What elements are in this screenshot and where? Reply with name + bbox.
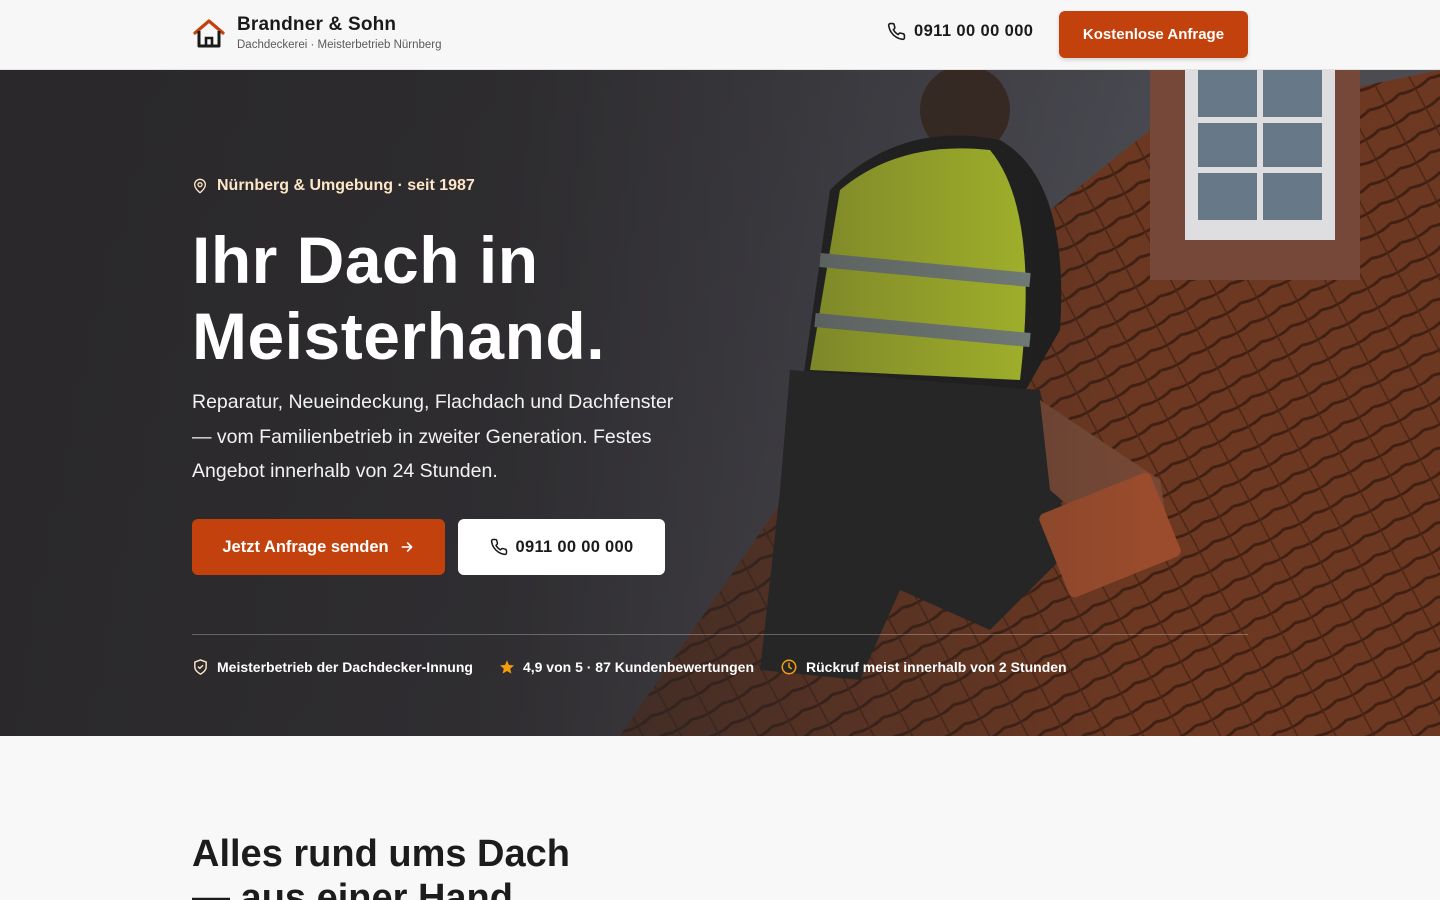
trust-label: Rückruf meist innerhalb von 2 Stunden [806, 659, 1067, 675]
clock-icon [781, 659, 797, 675]
hero-section: Nürnberg & Umgebung · seit 1987 Ihr Dach… [0, 70, 1440, 736]
hero-description: Reparatur, Neueindeckung, Flachdach und … [192, 391, 674, 482]
location-text: Nürnberg & Umgebung · seit 1987 [217, 177, 475, 194]
trust-label: 4,9 von 5 · 87 Kundenbewertungen [522, 659, 754, 675]
hero-content: Nürnberg & Umgebung · seit 1987 Ihr Dach… [192, 70, 1248, 736]
shield-check-icon [194, 659, 207, 675]
brand[interactable]: Brandner & Sohn Dachdeckerei · Meisterbe… [192, 14, 442, 53]
send-request-label: Jetzt Anfrage senden [222, 537, 389, 556]
trust-item: Meisterbetrieb der Dachdecker-Innung [192, 658, 473, 676]
header-phone-link[interactable]: 0911 00 00 000 [887, 22, 1033, 41]
services-section-title: Alles rund ums Dach — aus einer Hand [192, 833, 570, 900]
trust-item: 4,9 von 5 · 87 Kundenbewertungen [499, 659, 754, 675]
brand-subtitle: Dachdeckerei · Meisterbetrieb Nürnberg [237, 39, 442, 51]
trust-label: Meisterbetrieb der Dachdecker-Innung [217, 659, 473, 675]
phone-icon [887, 22, 906, 41]
hero-divider [192, 634, 1248, 635]
trust-bar: Meisterbetrieb der Dachdecker-Innung 4,9… [192, 658, 1093, 676]
map-pin-icon [194, 178, 206, 194]
location-line: Nürnberg & Umgebung · seit 1987 [192, 177, 475, 195]
call-button[interactable]: 0911 00 00 000 [458, 519, 665, 575]
site-header: Brandner & Sohn Dachdeckerei · Meisterbe… [0, 0, 1440, 70]
hero-title: Ihr Dach in Meisterhand. [192, 223, 606, 373]
star-icon [499, 660, 514, 674]
call-button-label: 0911 00 00 000 [515, 537, 634, 556]
phone-icon [490, 538, 507, 556]
trust-item: Rückruf meist innerhalb von 2 Stunden [780, 658, 1067, 676]
free-quote-button[interactable]: Kostenlose Anfrage [1059, 11, 1248, 58]
arrow-right-icon [401, 542, 413, 552]
send-request-button[interactable]: Jetzt Anfrage senden [192, 519, 445, 575]
header-phone-number: 0911 00 00 000 [914, 22, 1034, 40]
house-logo-icon [193, 18, 225, 47]
brand-name: Brandner & Sohn [237, 14, 397, 35]
